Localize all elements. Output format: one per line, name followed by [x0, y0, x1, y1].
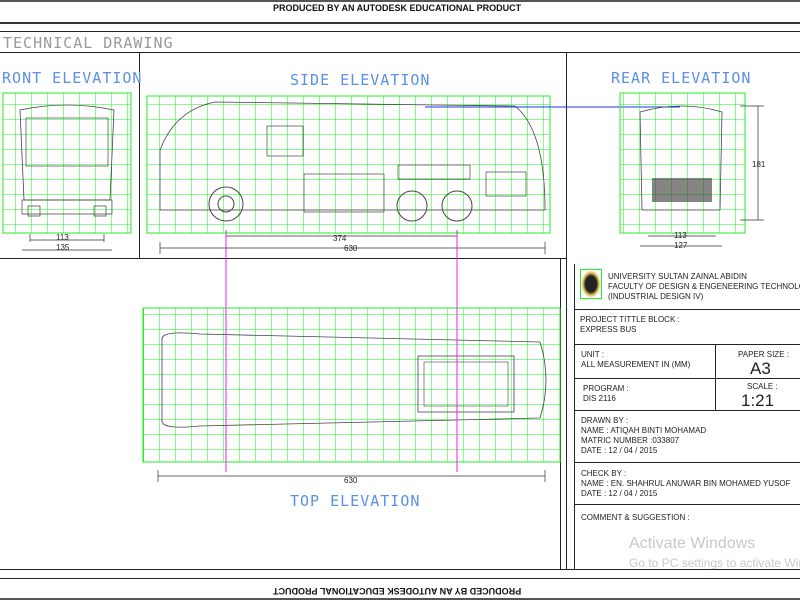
university-name: UNIVERSITY SULTAN ZAINAL ABIDIN: [608, 272, 747, 281]
divider: [0, 578, 800, 579]
university-logo: [580, 269, 602, 299]
unit-label: UNIT :: [581, 350, 604, 359]
scale-value: 1:21: [741, 391, 775, 410]
paper-size-value: A3: [750, 359, 771, 378]
drawn-by-matric: MATRIC NUMBER :033807: [581, 436, 680, 445]
check-by-name: NAME : EN. SHAHRUL ANUWAR BIN MOHAMED YU…: [581, 479, 791, 488]
unit-value: ALL MEASUREMENT IN (MM): [581, 360, 691, 369]
activate-windows-title: Activate Windows: [629, 535, 756, 552]
activate-windows-subtitle: Go to PC settings to activate Windows.: [629, 556, 800, 570]
front-dim-113: 113: [56, 233, 69, 242]
side-dim-374: 374: [333, 234, 347, 243]
project-label: PROJECT TITTLE BLOCK :: [580, 315, 680, 324]
rear-elevation-drawing: [619, 92, 764, 247]
course-name: (INDUSTRIAL DESIGN IV): [608, 292, 704, 301]
top-dim-630: 630: [344, 476, 358, 485]
drawn-by-label: DRAWN BY :: [581, 416, 629, 425]
faculty-name: FACULTY OF DESIGN & ENGENEERING TECHNOLO…: [608, 282, 800, 291]
front-dim-135: 135: [56, 243, 70, 252]
side-dim-630: 630: [344, 244, 358, 253]
rear-dim-127: 127: [674, 241, 688, 250]
drawn-by-date: DATE : 12 / 04 / 2015: [581, 446, 658, 455]
program-value: DIS 2116: [583, 394, 616, 403]
rear-dim-113: 113: [674, 231, 687, 240]
comment-label: COMMENT & SUGGESTION :: [581, 513, 690, 522]
side-elevation-drawing: [146, 95, 680, 254]
check-by-date: DATE : 12 / 04 / 2015: [581, 489, 658, 498]
title-block: UNIVERSITY SULTAN ZAINAL ABIDIN FACULTY …: [574, 264, 800, 570]
check-by-label: CHECK BY :: [581, 469, 627, 478]
front-elevation-drawing: [2, 92, 132, 251]
rear-dim-181: 181: [752, 160, 766, 169]
banner-bottom: PRODUCED BY AN AUTODESK EDUCATIONAL PROD…: [273, 586, 522, 596]
drawn-by-name: NAME : ATIQAH BINTI MOHAMAD: [581, 426, 707, 435]
divider: [0, 569, 800, 570]
top-elevation-drawing: [142, 233, 561, 482]
program-label: PROGRAM :: [583, 384, 629, 393]
project-value: EXPRESS BUS: [580, 325, 637, 334]
